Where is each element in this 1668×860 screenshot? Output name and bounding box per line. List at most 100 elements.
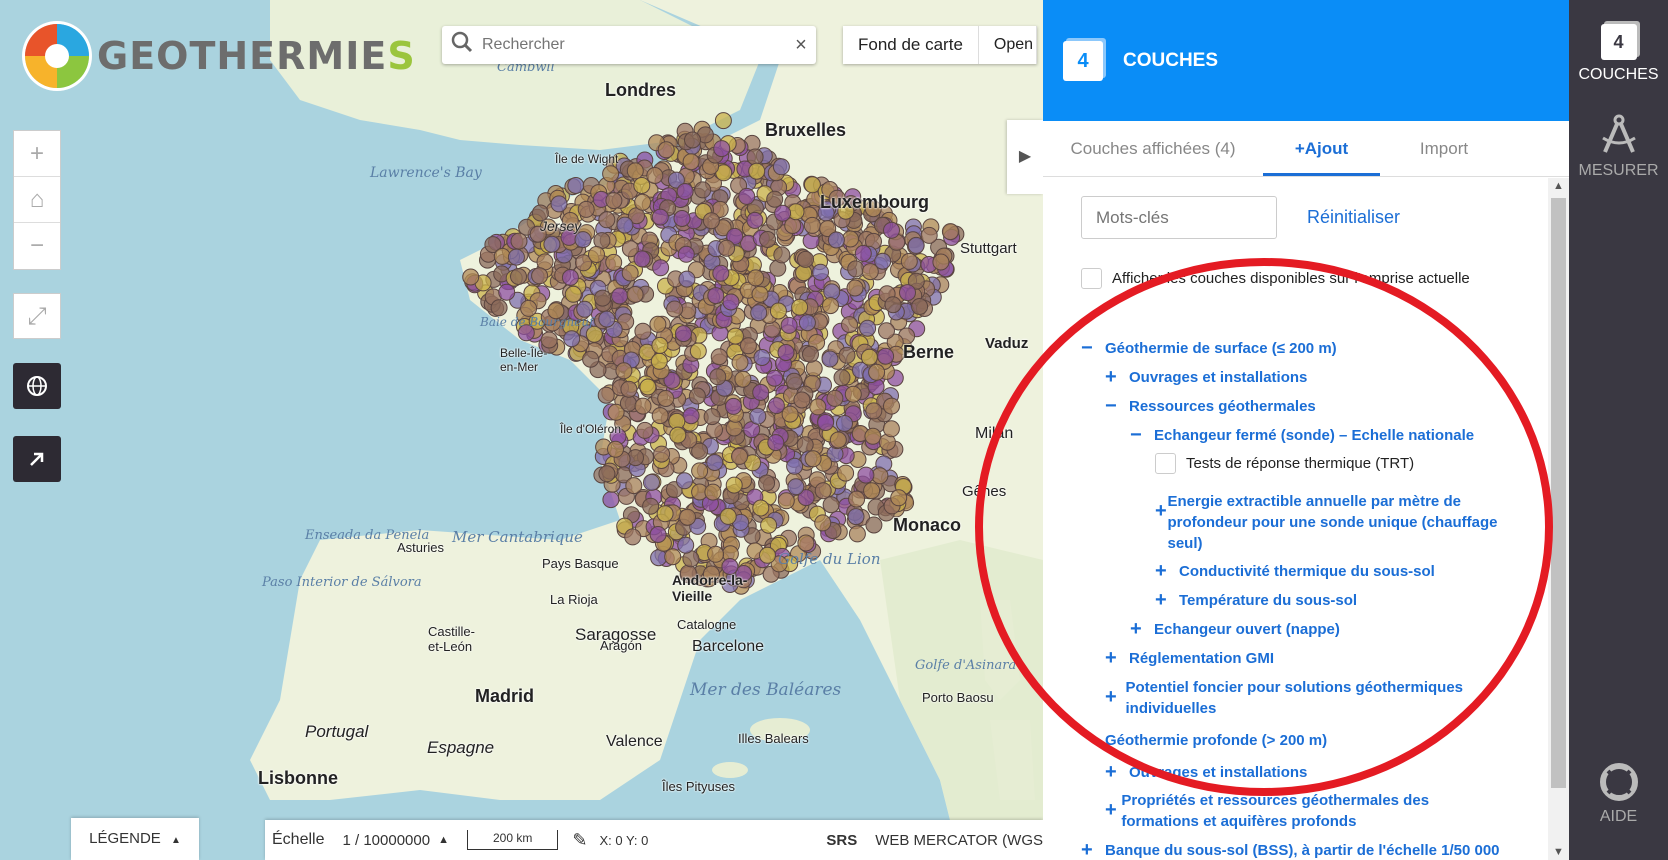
geothermal-point (752, 499, 770, 517)
map-label-water: Mer des Baléares (690, 680, 842, 700)
mesurer-tool-label: MESURER (1578, 162, 1659, 179)
tree-node[interactable]: + Ouvrages et installations (1105, 762, 1307, 783)
extent-label: Afficher les couches disponibles sur l'e… (1112, 270, 1470, 287)
geothermal-point (722, 293, 740, 311)
legend-button[interactable]: LÉGENDE ▲ (71, 818, 199, 860)
tree-node[interactable]: + Propriétés et ressources géothermales d… (1105, 790, 1495, 832)
scroll-thumb[interactable] (1551, 198, 1566, 788)
map-label-city: Porto Baosu (922, 690, 994, 705)
map-canvas[interactable]: Mer Cantabrique Golfe du Lion Mer des Ba… (0, 0, 1043, 860)
couches-tool-button[interactable]: 4 COUCHES (1569, 24, 1668, 84)
map-label-city: Stuttgart (960, 240, 1017, 257)
fullscreen-button[interactable]: ⤢ (13, 293, 61, 339)
geothermal-point (836, 415, 853, 432)
aide-tool-button[interactable]: AIDE (1569, 762, 1668, 826)
geothermal-point (767, 397, 785, 415)
home-button[interactable]: ⌂ (14, 177, 60, 223)
clear-icon[interactable]: × (786, 34, 816, 57)
geothermal-point (673, 210, 691, 227)
geothermal-point (865, 402, 883, 420)
plus-icon: + (1155, 589, 1167, 611)
geothermal-point (650, 549, 668, 567)
tree-node[interactable]: + Conductivité thermique du sous-sol (1155, 561, 1435, 582)
app-logo[interactable]: GEOTHERMIES (25, 24, 416, 88)
geothermal-point (738, 187, 756, 205)
geothermal-point (597, 386, 615, 404)
srs-value[interactable]: WEB MERCATOR (WGS (875, 832, 1043, 849)
geothermal-point (827, 231, 845, 249)
tab-couches-affichees[interactable]: Couches affichées (4) (1043, 121, 1263, 176)
scroll-up-icon[interactable]: ▲ (1548, 180, 1569, 192)
geothermal-point (653, 445, 671, 463)
tree-node[interactable]: + Echangeur ouvert (nappe) (1130, 619, 1340, 640)
geothermal-point (462, 268, 480, 286)
layer-checkbox[interactable] (1155, 453, 1176, 474)
tree-node[interactable]: + Ouvrages et installations (1105, 367, 1307, 388)
zoom-in-button[interactable]: + (14, 131, 60, 177)
map-label-city: Portugal (305, 722, 369, 741)
geothermal-point (602, 165, 620, 183)
tab-import[interactable]: Import (1380, 121, 1508, 176)
geothermal-point (707, 287, 725, 305)
geothermal-point (868, 363, 886, 381)
geothermal-point (702, 212, 720, 230)
geothermal-point (821, 350, 839, 368)
geothermal-point (848, 490, 866, 508)
geothermal-point (734, 370, 752, 388)
share-button[interactable] (13, 436, 61, 482)
geothermal-point (694, 181, 712, 199)
panel-scrollbar[interactable]: ▲ ▼ (1548, 178, 1569, 860)
geothermal-point (826, 389, 844, 407)
map-label-water: Mer Cantabrique (452, 528, 583, 546)
geothermal-point (780, 316, 798, 334)
globe-button[interactable] (13, 363, 61, 409)
basemap-button[interactable]: Fond de carte (843, 26, 979, 64)
geothermal-point (846, 279, 864, 297)
tree-node[interactable]: + Energie extractible annuelle par mètre … (1155, 491, 1515, 554)
tree-node[interactable]: Géothermie profonde (> 200 m) (1105, 730, 1327, 751)
scroll-down-icon[interactable]: ▼ (1548, 846, 1569, 858)
geothermal-point (791, 298, 809, 316)
keywords-input[interactable] (1081, 196, 1277, 239)
tree-leaf[interactable]: Tests de réponse thermique (TRT) (1155, 453, 1414, 474)
extent-checkbox[interactable] (1081, 268, 1102, 289)
geothermal-point (646, 167, 664, 184)
map-label-city: Barcelone (692, 638, 765, 655)
tree-node[interactable]: + Potentiel foncier pour solutions géothe… (1105, 677, 1495, 719)
geothermal-point (932, 253, 950, 271)
collapse-panel-button[interactable]: ▶ (1007, 120, 1043, 194)
tree-node[interactable]: − Géothermie de surface (≤ 200 m) (1081, 338, 1337, 359)
scale-value[interactable]: 1 / 10000000 (342, 832, 430, 849)
caret-up-icon[interactable]: ▲ (438, 834, 449, 846)
geothermal-point (621, 264, 639, 282)
tree-node[interactable]: + Température du sous-sol (1155, 590, 1357, 611)
reset-button[interactable]: Réinitialiser (1307, 207, 1400, 228)
geothermal-point (822, 297, 839, 315)
right-toolbar: 4 COUCHES MESURER AIDE (1569, 0, 1668, 860)
tree-node[interactable]: − Echangeur fermé (sonde) – Echelle natio… (1130, 425, 1474, 446)
tree-node[interactable]: − Ressources géothermales (1105, 396, 1316, 417)
arrow-up-right-icon (30, 452, 44, 466)
zoom-out-button[interactable]: − (14, 223, 60, 269)
tree-node[interactable]: + Banque du sous-sol (BSS), à partir de l… (1081, 840, 1500, 860)
openstreetmap-button[interactable]: Open (979, 26, 1037, 64)
geothermal-point (704, 483, 722, 501)
geothermal-point (752, 383, 770, 401)
map-label-water: Baie de Bourgneuf (480, 315, 594, 329)
layers-icon: 4 (1600, 24, 1637, 60)
geothermal-point (588, 246, 605, 263)
geothermal-point (759, 546, 776, 564)
geothermal-point (753, 349, 771, 366)
search-input[interactable] (482, 36, 786, 54)
tab-ajout[interactable]: +Ajout (1263, 121, 1380, 176)
pencil-icon[interactable]: ✎ (572, 830, 587, 851)
geothermal-point (763, 320, 781, 338)
tree-node[interactable]: + Réglementation GMI (1105, 648, 1274, 669)
geothermal-point (882, 420, 900, 438)
geothermal-point (864, 427, 882, 445)
search-icon[interactable] (442, 31, 482, 59)
geothermal-point (907, 236, 925, 254)
zoom-controls: + ⌂ − (13, 130, 61, 270)
mesurer-tool-button[interactable]: MESURER (1569, 112, 1668, 180)
geothermal-point (844, 385, 862, 403)
